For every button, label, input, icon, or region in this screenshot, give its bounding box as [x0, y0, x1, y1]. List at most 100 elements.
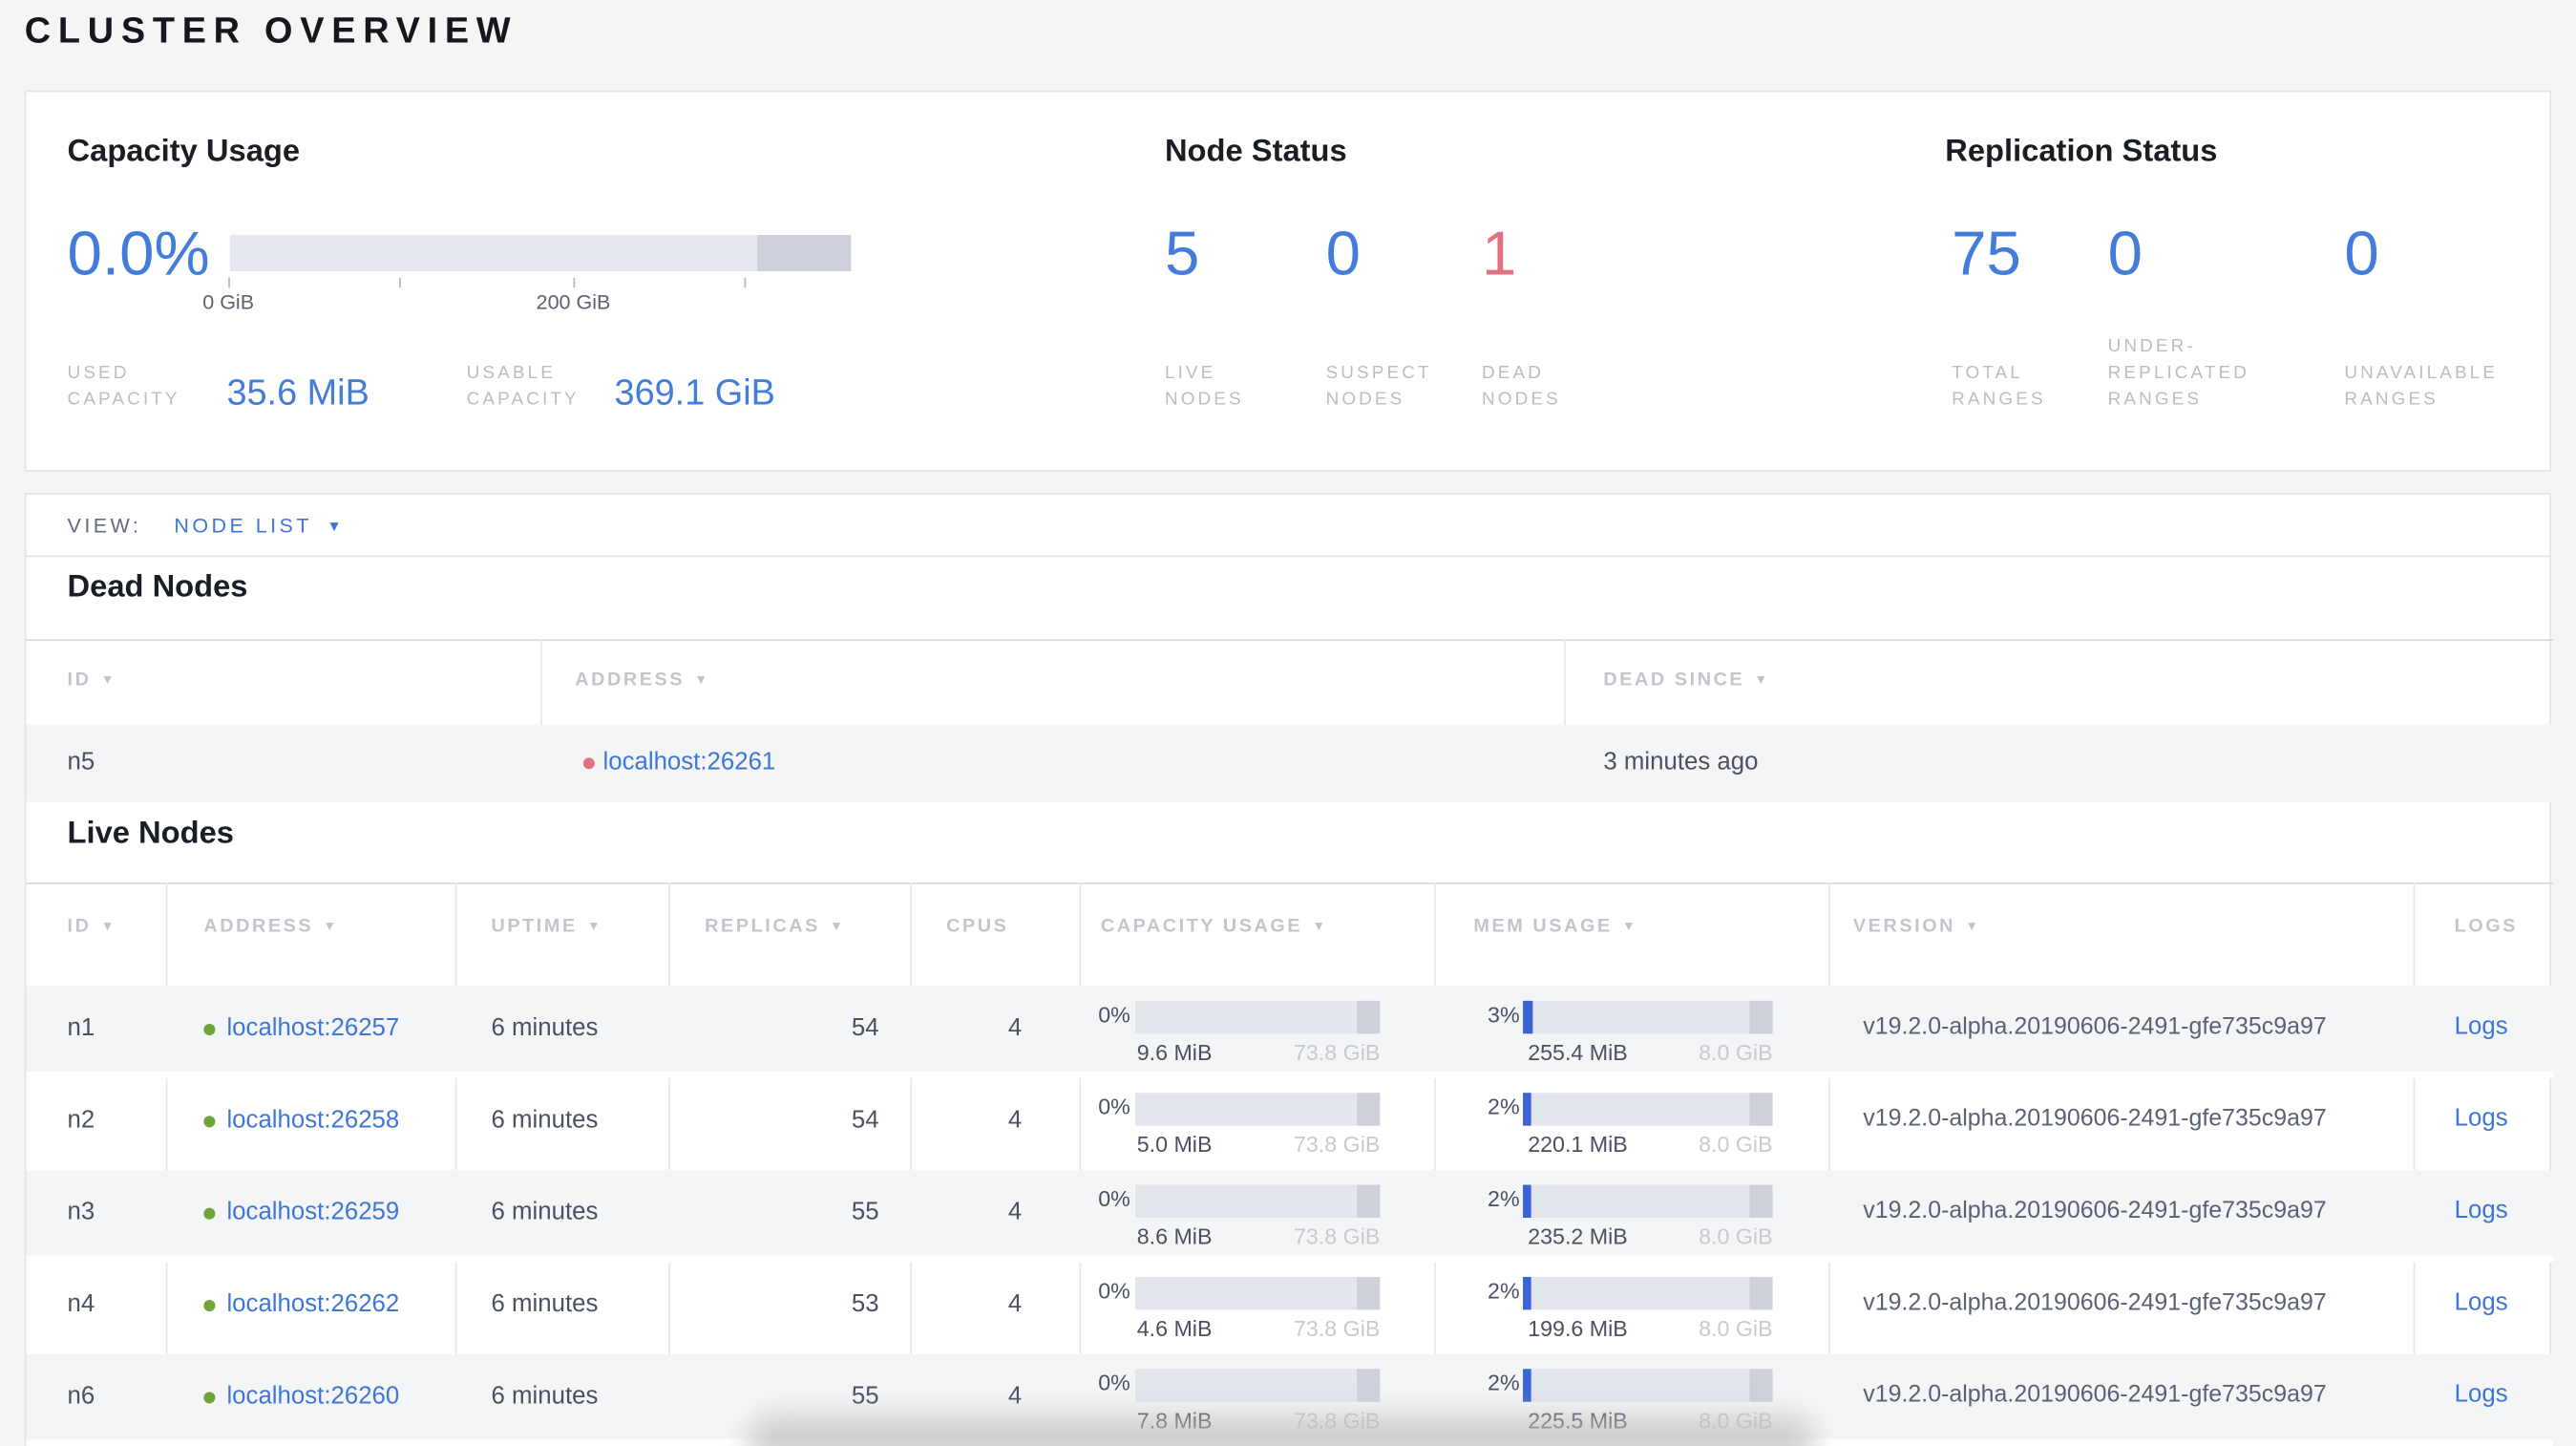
live-col-header-uptime[interactable]: UPTIME ▼	[491, 917, 602, 937]
dead-col-header-dead-since[interactable]: DEAD SINCE ▼	[1603, 670, 1769, 691]
version-cell: v19.2.0-alpha.20190606-2491-gfe735c9a97	[1863, 1106, 2327, 1133]
mem-bar-reserved-segment	[1749, 1093, 1773, 1126]
mem-usage-bar	[1523, 1093, 1773, 1126]
logs-link[interactable]: Logs	[2455, 1104, 2508, 1132]
mem-bar-fill	[1523, 1184, 1531, 1219]
cpus-cell: 4	[1007, 1106, 1023, 1135]
used-capacity-value: 35.6 MiB	[226, 371, 370, 413]
live-col-header-id[interactable]: ID ▼	[68, 917, 116, 937]
node-address-link[interactable]: localhost:26257	[226, 1014, 399, 1042]
capacity-total-value: 73.8 GiB	[1293, 1223, 1381, 1249]
logs-link[interactable]: Logs	[2455, 1012, 2508, 1040]
capacity-usage-title: Capacity Usage	[67, 135, 301, 170]
capacity-usage-bar	[1134, 1184, 1381, 1219]
dead-col-header-address[interactable]: ADDRESS ▼	[575, 670, 709, 691]
dead-node-row: n5 localhost:26261 3 minutes ago	[26, 724, 2553, 802]
capacity-bar	[229, 235, 852, 271]
suspect-nodes-stat: 0	[1325, 220, 1361, 289]
mem-total-value: 8.0 GiB	[1699, 1223, 1773, 1249]
sort-caret-icon: ▼	[1965, 918, 1981, 934]
dead-node-address-link[interactable]: localhost:26261	[602, 748, 775, 776]
live-status-dot-icon	[203, 1116, 216, 1128]
node-status-title: Node Status	[1164, 135, 1347, 170]
capacity-used-value: 9.6 MiB	[1136, 1040, 1213, 1065]
live-status-dot-icon	[203, 1300, 216, 1312]
live-node-row: n2 localhost:26258 6 minutes 54 4 0% 5.0…	[27, 1078, 2553, 1170]
live-node-row: n3 localhost:26259 6 minutes 55 4 0% 8.6…	[26, 1170, 2553, 1263]
logs-link[interactable]: Logs	[2455, 1197, 2508, 1224]
mem-usage-bar	[1523, 1000, 1773, 1034]
live-col-header-capacity-usage[interactable]: CAPACITY USAGE ▼	[1101, 917, 1328, 937]
total-ranges-stat: 75	[1952, 220, 2021, 289]
total-ranges-stat-label: TOTAL RANGES	[1952, 363, 2046, 410]
table-border	[26, 639, 2553, 642]
node-address-link[interactable]: localhost:26258	[226, 1106, 399, 1134]
live-node-row: n1 localhost:26257 6 minutes 54 4 0% 9.6…	[26, 986, 2553, 1078]
replicas-cell: 55	[851, 1198, 879, 1226]
table-border	[26, 882, 2553, 884]
version-cell: v19.2.0-alpha.20190606-2491-gfe735c9a97	[1863, 1013, 2327, 1041]
view-label: VIEW:	[67, 514, 142, 538]
mem-bar-fill	[1523, 1093, 1531, 1126]
capacity-total-value: 73.8 GiB	[1293, 1132, 1381, 1158]
mem-bar-reserved-segment	[1749, 1369, 1773, 1402]
logs-link[interactable]: Logs	[2455, 1288, 2508, 1316]
live-status-dot-icon	[203, 1023, 216, 1036]
sort-caret-icon: ▼	[100, 671, 117, 688]
cpus-cell: 4	[1007, 1382, 1023, 1411]
dead-node-id: n5	[67, 747, 95, 776]
live-col-header-version[interactable]: VERSION ▼	[1853, 917, 1981, 937]
live-col-header-cpus: CPUS	[946, 917, 1009, 937]
mem-pct-label: 2%	[1488, 1278, 1520, 1304]
usable-capacity-label: USABLE CAPACITY	[466, 363, 580, 410]
mem-bar-reserved-segment	[1749, 1276, 1773, 1310]
uptime-cell: 6 minutes	[491, 1289, 599, 1318]
dead-nodes-stat: 1	[1482, 220, 1517, 289]
node-id-cell: n1	[67, 1013, 95, 1042]
replicas-cell: 54	[851, 1013, 879, 1042]
axis-tick	[399, 277, 401, 288]
capacity-bar-reserved-segment	[1357, 1000, 1381, 1034]
capacity-bar-reserved-segment	[1357, 1184, 1381, 1219]
page-title: CLUSTER OVERVIEW	[24, 10, 518, 52]
capacity-pct-label: 0%	[1098, 1094, 1130, 1119]
logs-link[interactable]: Logs	[2455, 1380, 2508, 1408]
node-id-cell: n6	[67, 1382, 95, 1411]
node-address-link[interactable]: localhost:26262	[226, 1290, 399, 1318]
live-col-header-replicas[interactable]: REPLICAS ▼	[705, 917, 845, 937]
mem-pct-label: 2%	[1488, 1186, 1520, 1212]
capacity-usage-bar	[1134, 1369, 1381, 1402]
version-cell: v19.2.0-alpha.20190606-2491-gfe735c9a97	[1863, 1198, 2327, 1224]
axis-tick	[573, 277, 576, 288]
replicas-cell: 55	[851, 1382, 879, 1411]
chevron-down-icon: ▼	[327, 518, 346, 535]
live-nodes-stat: 5	[1164, 220, 1200, 289]
node-id-cell: n4	[67, 1289, 95, 1318]
capacity-pct-label: 0%	[1098, 1278, 1130, 1304]
mem-usage-bar	[1523, 1184, 1773, 1219]
view-selector-dropdown[interactable]: NODE LIST ▼	[174, 515, 345, 538]
unavailable-ranges-stat: 0	[2344, 220, 2379, 289]
capacity-used-value: 8.6 MiB	[1136, 1223, 1213, 1249]
node-id-cell: n3	[67, 1198, 95, 1226]
uptime-cell: 6 minutes	[491, 1106, 599, 1135]
sort-caret-icon: ▼	[1312, 918, 1328, 934]
capacity-used-value: 4.6 MiB	[1136, 1316, 1213, 1342]
dead-nodes-section-title: Dead Nodes	[67, 570, 248, 606]
capacity-bar-reserved-segment	[1357, 1276, 1381, 1310]
mem-bar-reserved-segment	[1749, 1000, 1773, 1034]
dead-col-header-id[interactable]: ID ▼	[68, 670, 116, 691]
capacity-usage-bar	[1134, 1000, 1381, 1034]
node-address-link[interactable]: localhost:26259	[226, 1198, 399, 1225]
cpus-cell: 4	[1007, 1013, 1023, 1042]
version-cell: v19.2.0-alpha.20190606-2491-gfe735c9a97	[1863, 1289, 2327, 1317]
live-col-header-mem-usage[interactable]: MEM USAGE ▼	[1473, 917, 1637, 937]
capacity-bar-reserved-segment	[1357, 1369, 1381, 1402]
live-col-header-address[interactable]: ADDRESS ▼	[203, 917, 338, 937]
cluster-overview-page: CLUSTER OVERVIEW Capacity Usage 0.0% 0 G…	[0, 0, 2576, 1446]
mem-usage-bar	[1523, 1369, 1773, 1402]
capacity-pct-label: 0%	[1098, 1002, 1130, 1028]
node-address-link[interactable]: localhost:26260	[226, 1382, 399, 1410]
cpus-cell: 4	[1007, 1289, 1023, 1318]
under-replicated-ranges-stat: 0	[2107, 220, 2143, 289]
